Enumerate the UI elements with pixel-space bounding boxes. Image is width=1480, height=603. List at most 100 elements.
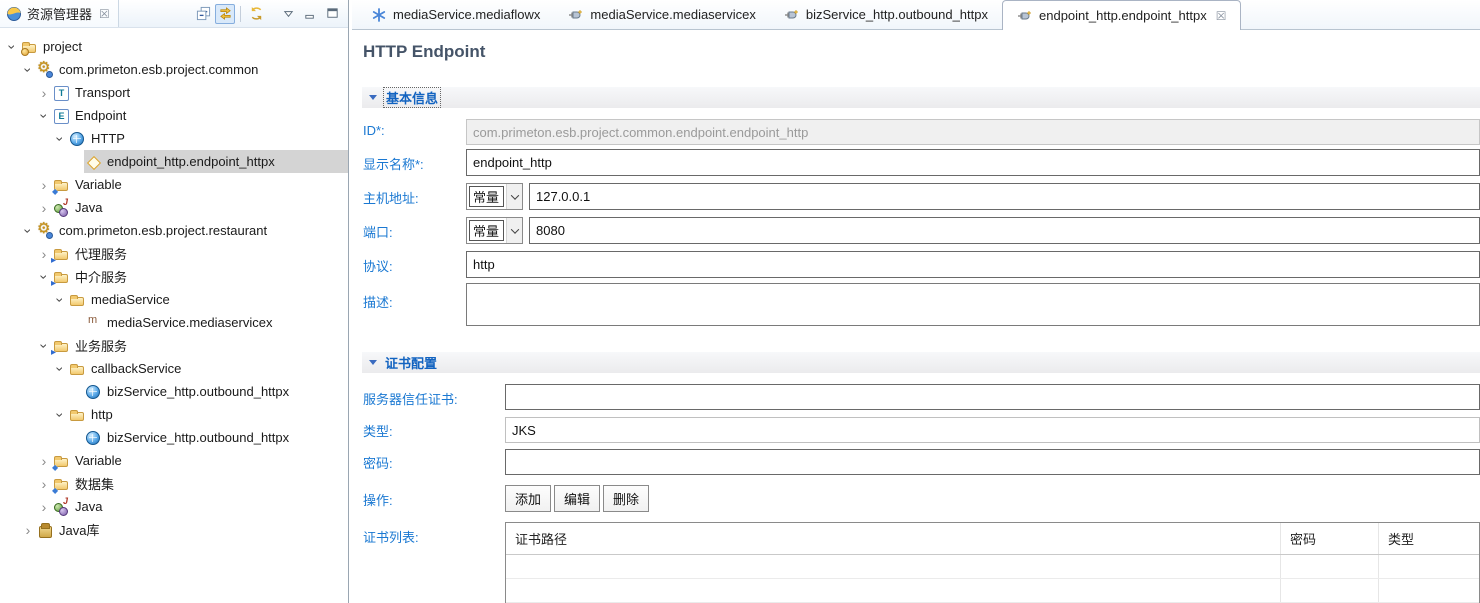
- service-icon: [784, 7, 800, 23]
- editor-tab[interactable]: mediaService.mediaflowx: [357, 0, 554, 29]
- twisty-icon[interactable]: [20, 224, 36, 238]
- tree-item-label: 业务服务: [75, 336, 127, 355]
- refresh-icon[interactable]: [246, 4, 266, 24]
- twisty-icon[interactable]: [4, 40, 20, 54]
- tree-item-label: mediaService.mediaservicex: [107, 315, 272, 330]
- folder-icon: [69, 407, 85, 423]
- twisty-icon[interactable]: [20, 523, 36, 537]
- twisty-icon[interactable]: [36, 454, 52, 468]
- table-row[interactable]: [506, 555, 1479, 579]
- port-type-select[interactable]: 常量: [466, 217, 523, 244]
- password-field[interactable]: [505, 449, 1480, 475]
- view-menu-icon[interactable]: [278, 4, 298, 24]
- tree-item[interactable]: com.primeton.esb.project.restaurant: [0, 219, 348, 242]
- editor-tab[interactable]: mediaService.mediaservicex: [554, 0, 769, 29]
- tree-item-label: Endpoint: [75, 108, 126, 123]
- chevron-down-icon[interactable]: [506, 184, 522, 209]
- collapse-all-icon[interactable]: [193, 4, 213, 24]
- editor-tabbar: mediaService.mediaflowx mediaService.med…: [352, 0, 1480, 30]
- letter-e-icon: [53, 108, 69, 124]
- trust-cert-label: 服务器信任证书:: [363, 389, 458, 408]
- twisty-icon[interactable]: [36, 201, 52, 215]
- trust-cert-field[interactable]: [505, 384, 1480, 410]
- twisty-icon[interactable]: [52, 293, 68, 307]
- twisty-icon[interactable]: [36, 477, 52, 491]
- tree-item[interactable]: callbackService: [0, 357, 348, 380]
- op-button-添加[interactable]: 添加: [505, 485, 551, 512]
- tree-item[interactable]: 业务服务: [0, 334, 348, 357]
- chevron-down-icon[interactable]: [506, 218, 522, 243]
- tree-item[interactable]: bizService_http.outbound_httpx: [0, 426, 348, 449]
- port-field[interactable]: [529, 217, 1480, 244]
- id-field[interactable]: [466, 119, 1480, 145]
- globe-icon: [85, 384, 101, 400]
- tree-item-label: Java: [75, 200, 102, 215]
- editor-content: HTTP Endpoint 基本信息 ID*: 显示名称*: 主机地址: 常量 …: [352, 30, 1480, 603]
- tree-item[interactable]: Endpoint: [0, 104, 348, 127]
- tab-close-icon[interactable]: [1216, 9, 1227, 23]
- port-type-value: 常量: [469, 220, 504, 241]
- type-field[interactable]: [505, 417, 1480, 443]
- protocol-field[interactable]: [466, 251, 1480, 278]
- tree-item[interactable]: Variable: [0, 173, 348, 196]
- twisty-icon[interactable]: [52, 362, 68, 376]
- tree-item[interactable]: com.primeton.esb.project.common: [0, 58, 348, 81]
- port-label: 端口:: [363, 222, 393, 241]
- twisty-icon[interactable]: [36, 500, 52, 514]
- editor-tab[interactable]: bizService_http.outbound_httpx: [770, 0, 1002, 29]
- twisty-icon[interactable]: [36, 270, 52, 284]
- tree-item[interactable]: Java: [0, 196, 348, 219]
- tree-item-label: Variable: [75, 453, 122, 468]
- twisty-icon[interactable]: [36, 86, 52, 100]
- tree-item[interactable]: mediaService.mediaservicex: [0, 311, 348, 334]
- globe-icon: [85, 430, 101, 446]
- type-label: 类型:: [363, 421, 393, 440]
- twisty-icon[interactable]: [36, 178, 52, 192]
- host-label: 主机地址:: [363, 188, 419, 207]
- host-type-select[interactable]: 常量: [466, 183, 523, 210]
- section-header-basic-info[interactable]: 基本信息: [362, 87, 1480, 108]
- view-tab-resource-explorer[interactable]: 资源管理器: [0, 0, 119, 27]
- tree-item[interactable]: 数据集: [0, 472, 348, 495]
- twisty-icon[interactable]: [36, 339, 52, 353]
- twisty-icon[interactable]: [36, 109, 52, 123]
- folder-proxy-icon: [53, 269, 69, 285]
- tree-item[interactable]: http: [0, 403, 348, 426]
- table-row[interactable]: [506, 579, 1479, 603]
- folder-proxy-icon: [53, 338, 69, 354]
- password-label: 密码:: [363, 453, 393, 472]
- folder-project-icon: [21, 39, 37, 55]
- twisty-icon[interactable]: [36, 247, 52, 261]
- tree-item-label: Java: [75, 499, 102, 514]
- twisty-icon[interactable]: [52, 132, 68, 146]
- description-field[interactable]: [466, 283, 1480, 326]
- tree-item[interactable]: Java库: [0, 518, 348, 541]
- tree-item[interactable]: Transport: [0, 81, 348, 104]
- letter-t-icon: [53, 85, 69, 101]
- tree-item[interactable]: HTTP: [0, 127, 348, 150]
- resource-tree: project com.primeton.esb.project.common …: [0, 28, 348, 603]
- twisty-icon[interactable]: [52, 408, 68, 422]
- maximize-icon[interactable]: [322, 4, 342, 24]
- tree-item[interactable]: 中介服务: [0, 265, 348, 288]
- op-button-删除[interactable]: 删除: [603, 485, 649, 512]
- minimize-icon[interactable]: [300, 4, 320, 24]
- tree-item[interactable]: 代理服务: [0, 242, 348, 265]
- tree-item[interactable]: Variable: [0, 449, 348, 472]
- folder-var-icon: [53, 453, 69, 469]
- tree-item[interactable]: Java: [0, 495, 348, 518]
- tree-item[interactable]: endpoint_http.endpoint_httpx: [0, 150, 348, 173]
- section-header-cert-config[interactable]: 证书配置: [362, 352, 1480, 373]
- op-button-编辑[interactable]: 编辑: [554, 485, 600, 512]
- cert-list-table[interactable]: 证书路径密码类型: [505, 522, 1480, 603]
- tree-item[interactable]: project: [0, 35, 348, 58]
- host-field[interactable]: [529, 183, 1480, 210]
- twisty-icon[interactable]: [20, 63, 36, 77]
- view-tab-close-icon[interactable]: [99, 7, 110, 21]
- display-name-field[interactable]: [466, 149, 1480, 176]
- link-with-editor-icon[interactable]: [215, 4, 235, 24]
- tree-item[interactable]: mediaService: [0, 288, 348, 311]
- tree-item[interactable]: bizService_http.outbound_httpx: [0, 380, 348, 403]
- tree-item-label: 中介服务: [75, 267, 127, 286]
- editor-tab[interactable]: endpoint_http.endpoint_httpx: [1002, 0, 1241, 30]
